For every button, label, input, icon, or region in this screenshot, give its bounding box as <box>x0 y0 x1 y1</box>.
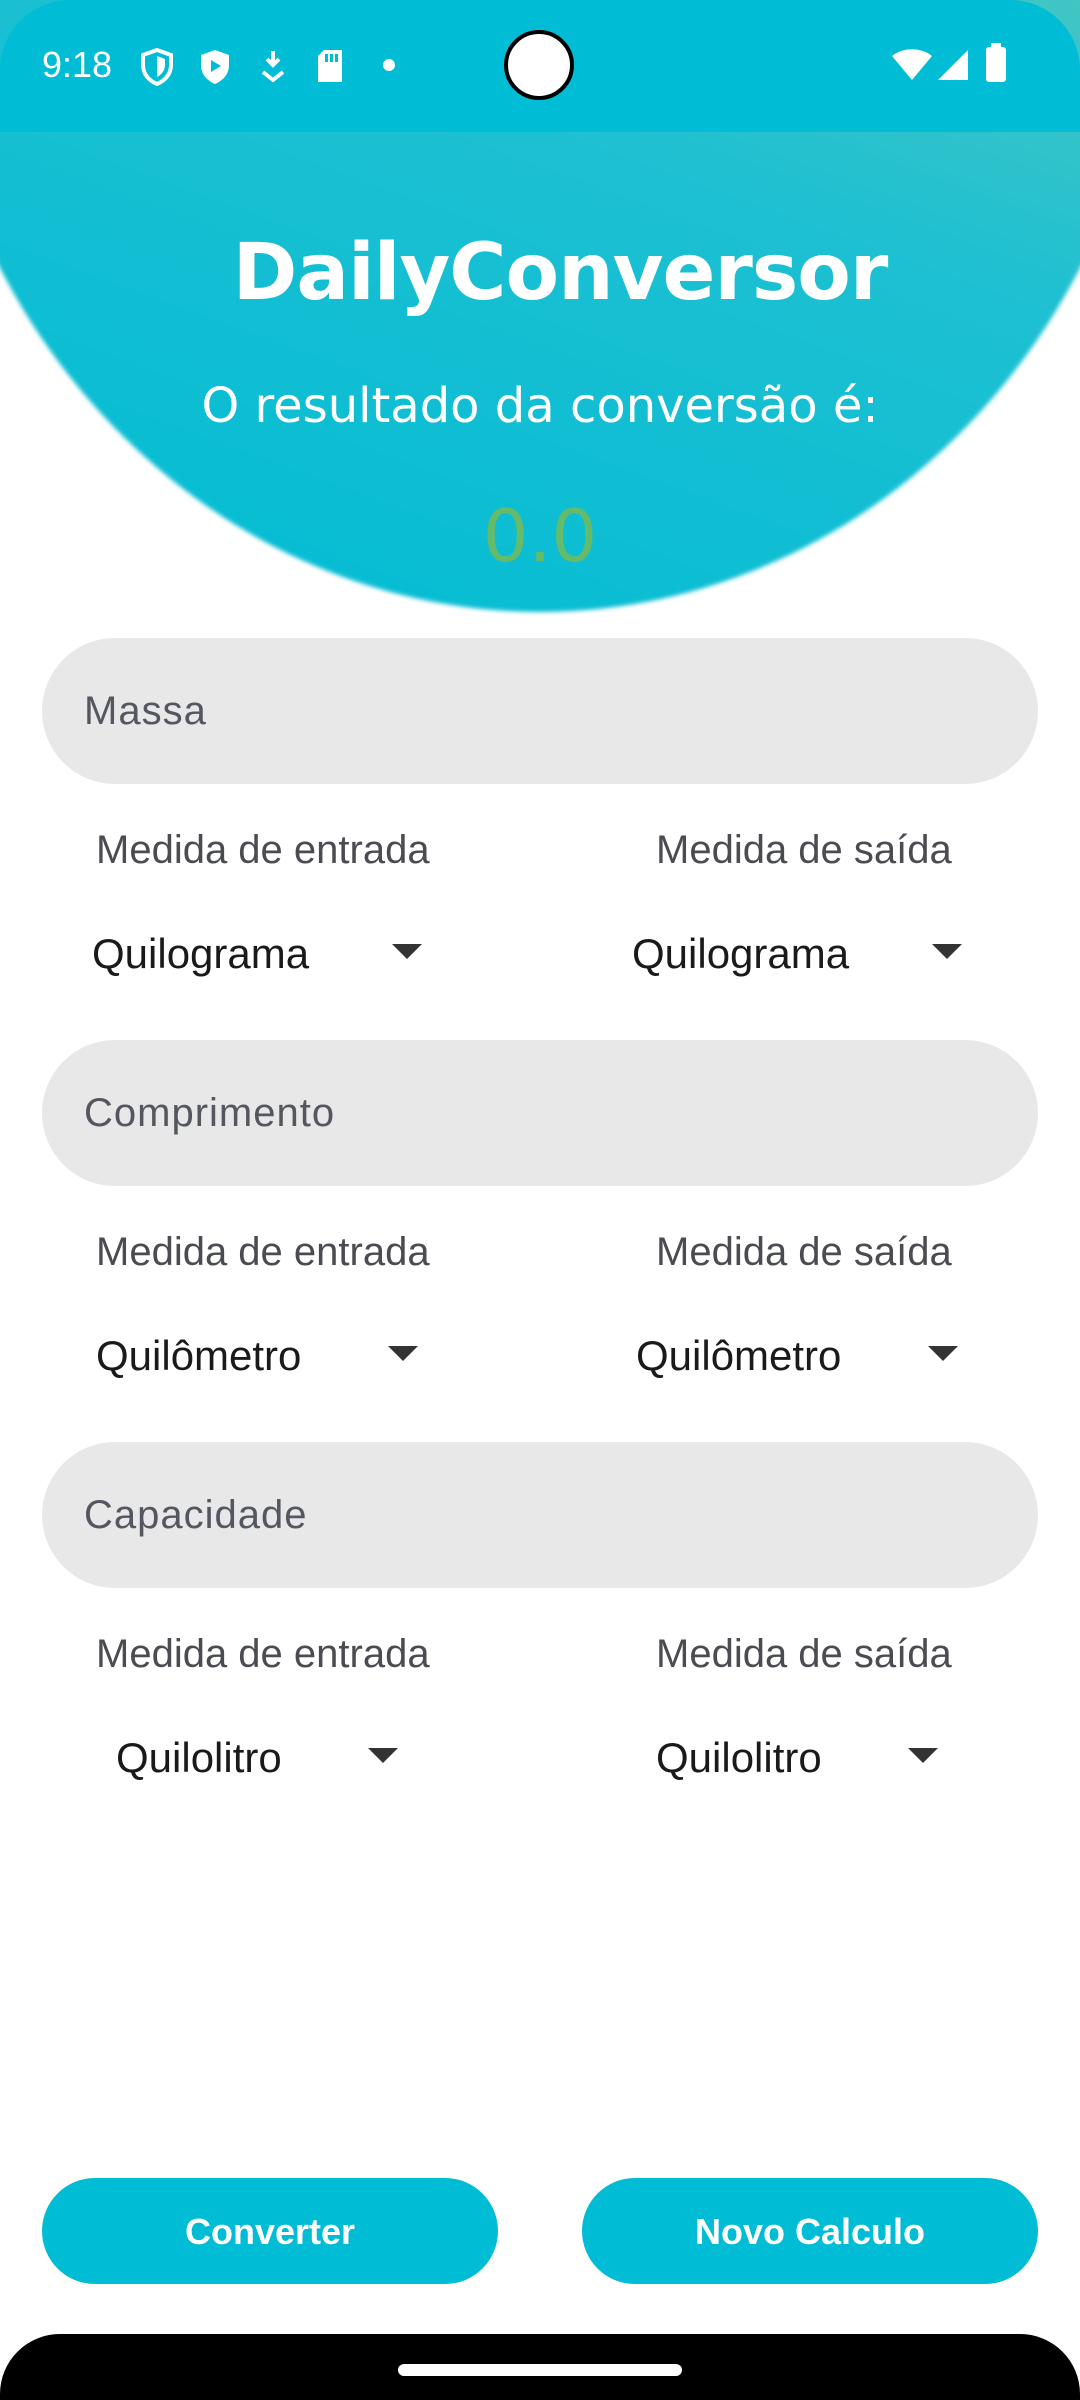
sd-card-icon <box>318 50 342 82</box>
vpn-shield-icon <box>141 48 173 86</box>
dropdown-arrow-icon <box>368 1748 398 1763</box>
capacity-output-unit-dropdown[interactable]: Quilolitro <box>656 1718 956 1798</box>
shield-play-icon <box>201 50 229 84</box>
capacity-input-hint: Capacidade <box>84 1493 308 1537</box>
dropdown-arrow-icon <box>928 1346 958 1361</box>
length-output-unit-dropdown[interactable]: Quilômetro <box>636 1316 976 1396</box>
app-screen: 9:18 DailyConversor O resultado da conve… <box>0 0 1080 2400</box>
dropdown-arrow-icon <box>392 944 422 959</box>
mass-input[interactable]: Massa <box>42 638 1038 784</box>
capacity-output-unit-value: Quilolitro <box>656 1734 822 1781</box>
length-input-unit-label: Medida de entrada <box>96 1230 430 1274</box>
status-time: 9:18 <box>42 44 113 85</box>
battery-icon <box>986 43 1006 82</box>
capacity-input-unit-value: Quilolitro <box>116 1734 282 1781</box>
dropdown-arrow-icon <box>932 944 962 959</box>
convert-button[interactable]: Converter <box>42 2178 498 2284</box>
length-input-unit-dropdown[interactable]: Quilômetro <box>96 1316 436 1396</box>
dropdown-arrow-icon <box>388 1346 418 1361</box>
result-label: O resultado da conversão é: <box>201 378 879 434</box>
length-input-hint: Comprimento <box>84 1091 336 1135</box>
mass-output-unit-dropdown[interactable]: Quilograma <box>632 914 972 994</box>
length-input-unit-value: Quilômetro <box>96 1332 302 1379</box>
wifi-icon <box>892 49 932 80</box>
result-value: 0.0 <box>482 494 598 578</box>
length-output-unit-label: Medida de saída <box>656 1230 952 1274</box>
notification-dot-icon <box>383 59 395 71</box>
home-gesture-handle[interactable] <box>398 2364 682 2376</box>
mass-input-unit-dropdown[interactable]: Quilograma <box>92 914 432 994</box>
cellular-signal-icon <box>938 50 968 80</box>
capacity-input-unit-label: Medida de entrada <box>96 1632 430 1676</box>
mass-input-hint: Massa <box>84 689 207 733</box>
capacity-output-unit-label: Medida de saída <box>656 1632 952 1676</box>
length-output-unit-value: Quilômetro <box>636 1332 842 1379</box>
mass-output-unit-label: Medida de saída <box>656 828 952 872</box>
new-calculation-button[interactable]: Novo Calculo <box>582 2178 1038 2284</box>
dropdown-arrow-icon <box>908 1748 938 1763</box>
length-input[interactable]: Comprimento <box>42 1040 1038 1186</box>
mass-input-unit-value: Quilograma <box>92 930 310 977</box>
app-title: DailyConversor <box>232 228 889 318</box>
mass-input-unit-label: Medida de entrada <box>96 828 430 872</box>
capacity-input-unit-dropdown[interactable]: Quilolitro <box>116 1718 416 1798</box>
camera-cutout <box>504 30 574 100</box>
download-arrow-icon <box>261 51 285 83</box>
mass-output-unit-value: Quilograma <box>632 930 850 977</box>
capacity-input[interactable]: Capacidade <box>42 1442 1038 1588</box>
